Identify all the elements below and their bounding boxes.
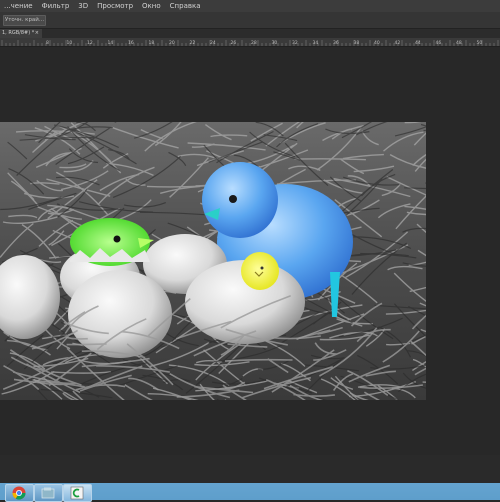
ruler-tick-label: 30 <box>272 40 278 46</box>
ruler-tick-label: 26 <box>231 40 237 46</box>
ruler-tick-label: 40 <box>374 40 380 46</box>
photoshop-icon[interactable] <box>63 484 92 502</box>
menu-bar: ...чение Фильтр 3D Просмотр Окно Справка <box>0 0 500 12</box>
refine-edge-button[interactable]: Уточн. край... <box>3 15 46 26</box>
straw-strand <box>67 344 107 345</box>
menu-window[interactable]: Окно <box>138 0 166 12</box>
menu-image[interactable]: ...чение <box>0 0 38 12</box>
chrome-icon[interactable] <box>5 484 34 502</box>
ruler-tick-label: 38 <box>354 40 360 46</box>
document-tab-bar: 1, RGB/8#) * × <box>0 29 500 38</box>
ruler-tick-label: 8 <box>46 40 49 46</box>
explorer-icon[interactable] <box>34 484 63 502</box>
close-icon[interactable]: × <box>35 29 39 38</box>
ruler-tick-label: 16 <box>128 40 134 46</box>
menu-filter[interactable]: Фильтр <box>38 0 75 12</box>
ruler-tick-label: 14 <box>108 40 114 46</box>
ruler-tick-label: 44 <box>415 40 421 46</box>
ruler-tick-label: 46 <box>436 40 442 46</box>
document-tab-title: 1, RGB/8#) * <box>2 30 34 36</box>
ruler-ticks: 8 10 12 14 16 18 20 22 24 26 28 30 32 34 36 38 40 42 44 46 4… <box>0 38 500 46</box>
ruler-tick-label: 22 <box>190 40 196 46</box>
windows-taskbar <box>0 455 500 500</box>
ruler-tick-label: 28 <box>251 40 257 46</box>
ruler-tick-label: 48 <box>456 40 462 46</box>
menu-3d[interactable]: 3D <box>74 0 93 12</box>
ruler-tick-label: 36 <box>333 40 339 46</box>
ruler-tick-label: 10 <box>67 40 73 46</box>
horizontal-ruler: 8 10 12 14 16 18 20 22 24 26 28 30 32 34 36 38 40 42 44 46 4… <box>0 38 500 47</box>
taskbar-dark-strip <box>0 455 500 483</box>
ruler-tick-label: 32 <box>292 40 298 46</box>
ruler-tick-label: 34 <box>313 40 319 46</box>
ruler-tick-label: 24 <box>210 40 216 46</box>
menu-help[interactable]: Справка <box>166 0 206 12</box>
menu-view[interactable]: Просмотр <box>93 0 138 12</box>
ruler-tick-label: 18 <box>149 40 155 46</box>
ruler-tick-label: 50 <box>477 40 483 46</box>
document-tab[interactable]: 1, RGB/8#) * × <box>0 29 42 38</box>
ruler-tick-label: 42 <box>395 40 401 46</box>
photo-chicks-eggs <box>0 122 426 400</box>
ruler-tick-label: 20 <box>169 40 175 46</box>
ruler-tick-label: 12 <box>87 40 93 46</box>
options-bar: Уточн. край... <box>0 12 500 29</box>
